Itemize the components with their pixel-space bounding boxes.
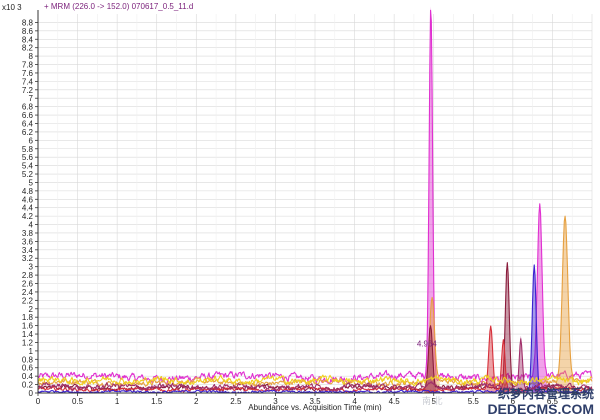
y-tick-label: 2.4 — [22, 288, 34, 297]
y-tick-label: 6 — [29, 136, 34, 145]
y-tick-label: 3.8 — [22, 229, 34, 238]
y-tick-label: 8.2 — [22, 44, 34, 53]
y-tick-label: 4.2 — [22, 212, 34, 221]
y-tick-label: 4.8 — [22, 187, 34, 196]
y-tick-label: 4.4 — [22, 204, 34, 213]
x-tick-label: 5.5 — [468, 397, 480, 406]
y-tick-label: 6.4 — [22, 119, 34, 128]
x-tick-label: 1.5 — [151, 397, 163, 406]
y-tick-label: 7.4 — [22, 77, 34, 86]
y-tick-label: 7.6 — [22, 69, 34, 78]
y-tick-label: 6.2 — [22, 128, 34, 137]
watermark-cn-text: 织梦内容管理系统 — [498, 386, 594, 401]
y-tick-label: 6.8 — [22, 103, 34, 112]
y-tick-label: 5.6 — [22, 153, 34, 162]
y-tick-label: 3 — [29, 263, 34, 272]
y-tick-label: 1.8 — [22, 313, 34, 322]
y-tick-label: 4 — [29, 221, 34, 230]
y-tick-label: 0.6 — [22, 364, 34, 373]
y-tick-label: 2.6 — [22, 280, 34, 289]
y-tick-label: 3.2 — [22, 254, 34, 263]
chart-title: + MRM (226.0 -> 152.0) 070617_0.5_11.d — [44, 2, 193, 11]
y-tick-label: 8.8 — [22, 18, 34, 27]
y-tick-label: 1.6 — [22, 322, 34, 331]
x-tick-label: 2 — [194, 397, 199, 406]
y-tick-label: 7.2 — [22, 86, 34, 95]
y-tick-label: 0.8 — [22, 355, 34, 364]
y-tick-label: 5.8 — [22, 145, 34, 154]
y-tick-label: 5.2 — [22, 170, 34, 179]
y-tick-label: 5 — [29, 178, 34, 187]
y-tick-label: 1.4 — [22, 330, 34, 339]
watermark-faint-text: 南 北 — [422, 395, 443, 406]
x-tick-label: 2.5 — [230, 397, 242, 406]
y-tick-label: 3.4 — [22, 246, 34, 255]
x-tick-label: 0.5 — [72, 397, 84, 406]
y-tick-label: 2 — [29, 305, 34, 314]
y-tick-label: 1.2 — [22, 338, 34, 347]
y-scale-label: x10 3 — [2, 3, 22, 12]
watermark-en-text: DEDECMS.COM — [487, 401, 594, 417]
x-tick-label: 4.5 — [389, 397, 401, 406]
y-tick-label: 8.6 — [22, 27, 34, 36]
y-tick-label: 0.2 — [22, 381, 34, 390]
y-tick-label: 8 — [29, 52, 34, 61]
chromatogram-chart: 00.20.40.60.811.21.41.61.822.22.42.62.83… — [2, 2, 594, 417]
y-tick-label: 1 — [29, 347, 34, 356]
y-tick-label: 6.6 — [22, 111, 34, 120]
y-tick-label: 8.4 — [22, 35, 34, 44]
x-tick-label: 0 — [36, 397, 41, 406]
y-tick-label: 3.6 — [22, 237, 34, 246]
y-tick-label: 0.4 — [22, 372, 34, 381]
y-tick-label: 2.2 — [22, 296, 34, 305]
peak-annotation: 4.964 — [417, 339, 438, 348]
y-tick-label: 7.8 — [22, 61, 34, 70]
x-tick-label: 1 — [115, 397, 120, 406]
y-tick-label: 0 — [29, 389, 34, 398]
x-axis-title: Abundance vs. Acquisition Time (min) — [248, 403, 382, 412]
y-tick-label: 7 — [29, 94, 34, 103]
y-tick-label: 4.6 — [22, 195, 34, 204]
chart-figure: 0 0.2 0.4 0.6 0.8 1 1.2 1.4 1.6 1.8 2 2.2 2.4 2.6 2.8 3… — [0, 0, 600, 420]
y-tick-label: 2.8 — [22, 271, 34, 280]
y-tick-label: 5.4 — [22, 162, 34, 171]
